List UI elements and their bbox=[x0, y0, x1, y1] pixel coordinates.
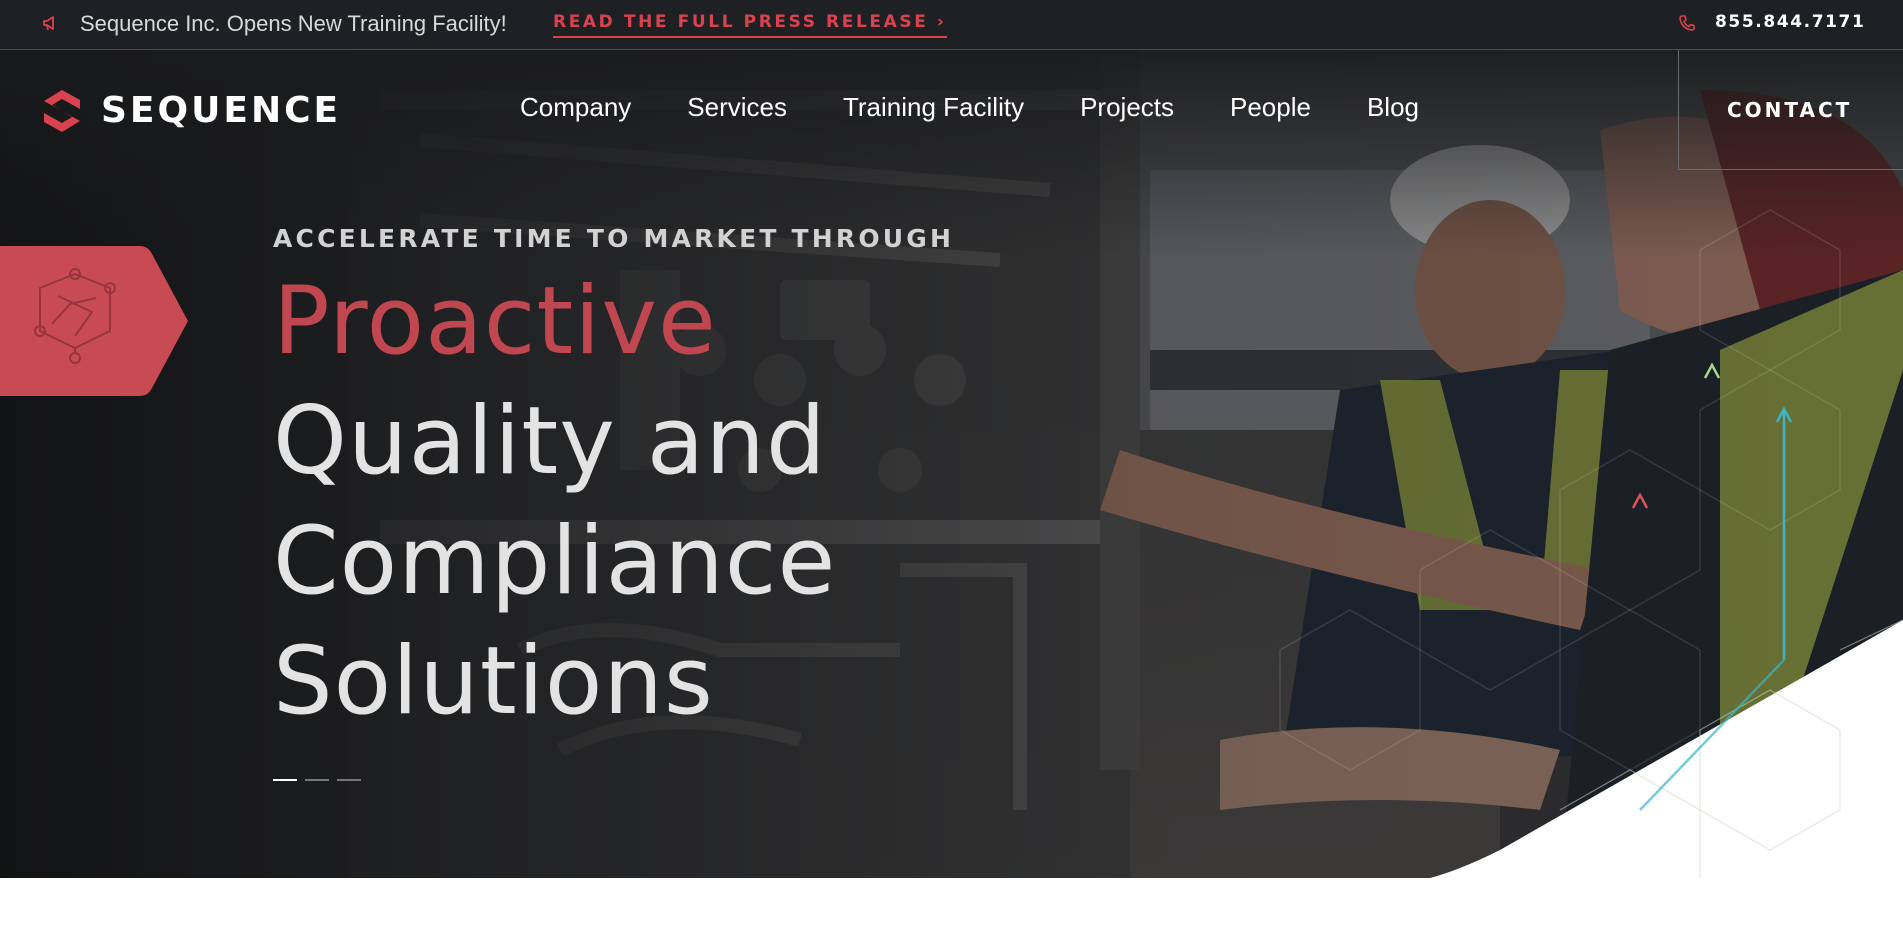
slide-indicator[interactable] bbox=[273, 779, 297, 781]
contact-box: CONTACT bbox=[1678, 50, 1903, 170]
nav-item-services[interactable]: Services bbox=[687, 92, 787, 123]
megaphone-icon bbox=[43, 16, 54, 31]
slide-indicator[interactable] bbox=[337, 779, 361, 781]
hero-eyebrow: ACCELERATE TIME TO MARKET THROUGH bbox=[273, 224, 955, 253]
announcement-bar: Sequence Inc. Opens New Training Facilit… bbox=[0, 0, 1903, 50]
phone-number-link[interactable]: 855.844.7171 bbox=[1715, 12, 1865, 32]
nav-item-company[interactable]: Company bbox=[520, 92, 631, 123]
hero-section: SEQUENCE Company Services Training Facil… bbox=[0, 50, 1903, 878]
hero-headline: Proactive Quality and Compliance Solutio… bbox=[273, 262, 836, 742]
headline-accent-word: Proactive bbox=[273, 267, 717, 376]
brand-name[interactable]: SEQUENCE bbox=[101, 90, 341, 131]
announcement-text: Sequence Inc. Opens New Training Facilit… bbox=[80, 11, 507, 36]
headline-line: Solutions bbox=[273, 627, 714, 736]
press-release-link[interactable]: READ THE FULL PRESS RELEASE › bbox=[553, 12, 947, 38]
nav-item-training-facility[interactable]: Training Facility bbox=[843, 92, 1024, 123]
slide-indicators bbox=[273, 779, 369, 781]
nav-item-blog[interactable]: Blog bbox=[1367, 92, 1419, 123]
phone-icon bbox=[1679, 15, 1695, 31]
headline-line: Compliance bbox=[273, 507, 837, 616]
nav-item-projects[interactable]: Projects bbox=[1080, 92, 1174, 123]
sequence-logo-icon[interactable] bbox=[42, 89, 82, 133]
main-navigation: Company Services Training Facility Proje… bbox=[520, 92, 1475, 123]
slide-indicator[interactable] bbox=[305, 779, 329, 781]
network-hexagon-icon bbox=[0, 246, 188, 396]
contact-button[interactable]: CONTACT bbox=[1727, 98, 1852, 122]
nav-item-people[interactable]: People bbox=[1230, 92, 1311, 123]
headline-line: Quality and bbox=[273, 387, 827, 496]
